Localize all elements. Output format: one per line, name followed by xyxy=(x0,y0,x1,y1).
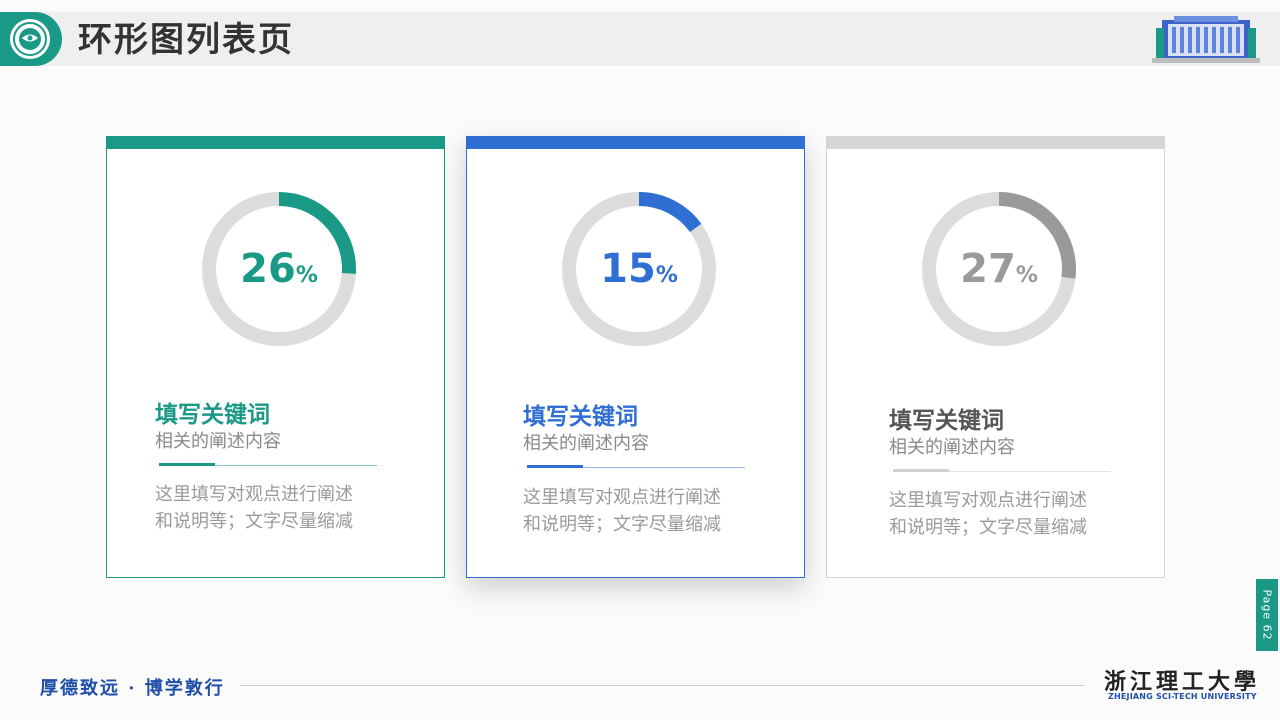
page-number-tab: Page 62 xyxy=(1256,579,1278,651)
card-keyword: 填写关键词 xyxy=(889,408,1004,434)
card-keyword: 填写关键词 xyxy=(155,402,270,428)
card-subtitle: 相关的阐述内容 xyxy=(889,437,1015,458)
stat-card-2: 15% 填写关键词 相关的阐述内容 这里填写对观点进行阐述 和说明等；文字尽量缩… xyxy=(466,136,805,578)
university-name-en: ZHEJIANG SCI-TECH UNIVERSITY xyxy=(1108,692,1257,701)
card-description: 这里填写对观点进行阐述 和说明等；文字尽量缩减 xyxy=(889,487,1139,541)
percent-value: 27 xyxy=(960,246,1016,292)
percent-label: 27% xyxy=(919,189,1079,349)
desc-line-1: 这里填写对观点进行阐述 xyxy=(889,490,1087,511)
stat-card-3: 27% 填写关键词 相关的阐述内容 这里填写对观点进行阐述 和说明等；文字尽量缩… xyxy=(826,136,1165,578)
percent-label: 15% xyxy=(559,189,719,349)
percent-symbol: % xyxy=(295,262,318,288)
percent-symbol: % xyxy=(1015,262,1038,288)
card-description: 这里填写对观点进行阐述 和说明等；文字尽量缩减 xyxy=(523,484,773,538)
divider-accent xyxy=(159,463,215,466)
page-title: 环形图列表页 xyxy=(78,20,294,60)
desc-line-1: 这里填写对观点进行阐述 xyxy=(523,487,721,508)
card-keyword: 填写关键词 xyxy=(523,404,638,430)
card-subtitle: 相关的阐述内容 xyxy=(155,431,281,452)
percent-symbol: % xyxy=(655,262,678,288)
divider-accent xyxy=(527,465,583,468)
stat-card-1: 26% 填写关键词 相关的阐述内容 这里填写对观点进行阐述 和说明等；文字尽量缩… xyxy=(106,136,445,578)
divider-accent xyxy=(893,469,949,472)
card-subtitle: 相关的阐述内容 xyxy=(523,433,649,454)
university-emblem-icon xyxy=(8,17,52,61)
desc-line-1: 这里填写对观点进行阐述 xyxy=(155,484,353,505)
percent-value: 15 xyxy=(600,246,656,292)
desc-line-2: 和说明等；文字尽量缩减 xyxy=(889,517,1087,538)
page-label: Page 62 xyxy=(1260,589,1274,641)
school-motto: 厚德致远 · 博学敦行 xyxy=(40,678,225,699)
logo-badge xyxy=(0,12,62,66)
card-description: 这里填写对观点进行阐述 和说明等；文字尽量缩减 xyxy=(155,481,405,535)
desc-line-2: 和说明等；文字尽量缩减 xyxy=(155,511,353,532)
footer-divider xyxy=(240,685,1085,686)
desc-line-2: 和说明等；文字尽量缩减 xyxy=(523,514,721,535)
card-top-bar xyxy=(106,136,445,149)
building-icon xyxy=(1152,14,1260,64)
percent-label: 26% xyxy=(199,189,359,349)
percent-value: 26 xyxy=(240,246,296,292)
card-top-bar xyxy=(466,136,805,149)
card-top-bar xyxy=(826,136,1165,149)
